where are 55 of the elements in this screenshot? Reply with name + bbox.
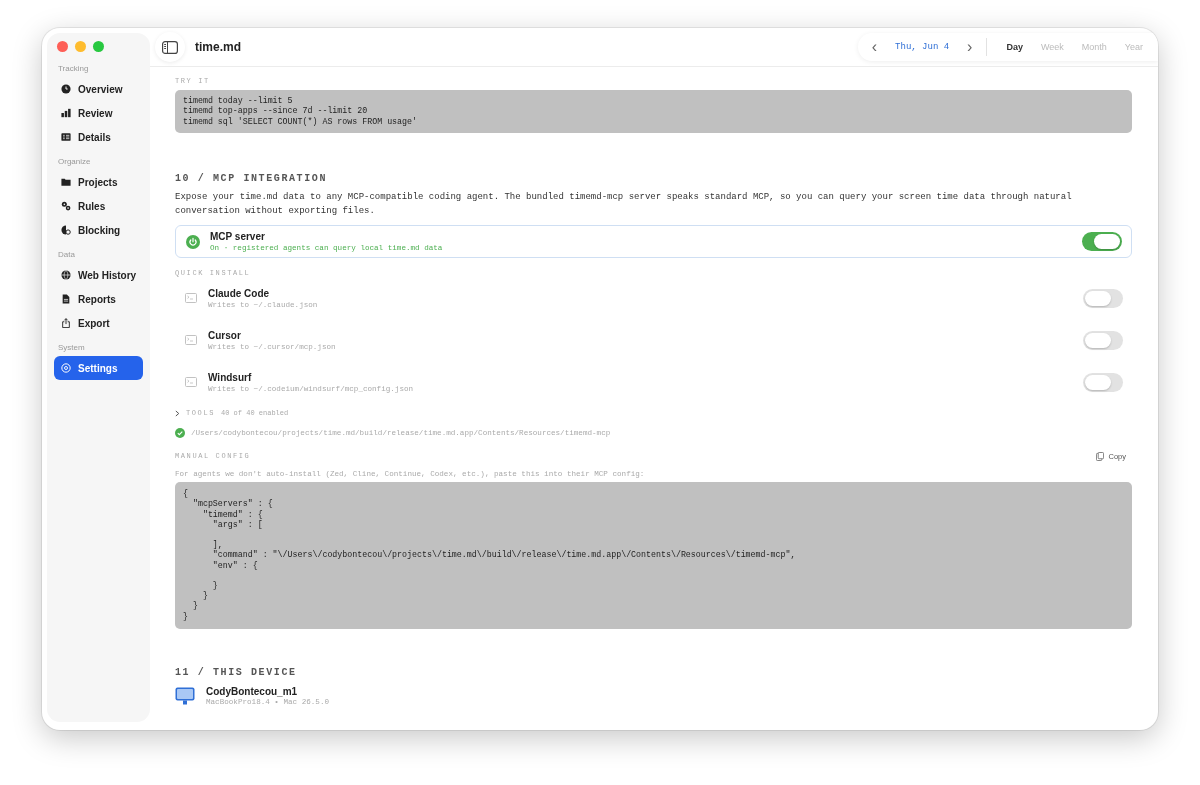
sidebar-item[interactable]: Projects	[54, 170, 143, 194]
sidebar-section-title: System	[57, 343, 86, 354]
sidebar-item[interactable]: Reports	[54, 287, 143, 311]
sidebar-item[interactable]: Details	[54, 125, 143, 149]
agent-name: Claude Code	[208, 287, 270, 299]
agent-name: Windsurf	[208, 371, 252, 383]
code-block: { "mcpServers" : { "timemd" : { "args" : [ ], "command" : "\/Users\/codybontecou\/projects\/time.md\/build\/release\/time.md.app\/Contents\/Resources\/timemd-mcp", "env" : { } } } }	[175, 482, 1132, 629]
sidebar-item[interactable]: Blocking	[54, 218, 143, 242]
sidebar-item[interactable]: Export	[54, 311, 143, 335]
sidebar-item[interactable]: Settings	[54, 356, 143, 380]
clock-icon	[61, 84, 71, 94]
section-description: Expose your time.md data to any MCP-compatible coding agent. The bundled timemd-mcp server speaks standard MCP, so you can query your screen time data through natural conversation without exporting files.	[175, 191, 1073, 219]
sidebar-section-title: Tracking	[57, 64, 90, 75]
code-block: timemd today --limit 5 timemd top-apps --since 7d --limit 20 timemd sql 'SELECT COUNT(*) AS rows FROM usage'	[175, 90, 1132, 134]
section-heading: 10 / MCP INTEGRATION	[175, 173, 328, 185]
device-name: CodyBontecou_m1	[206, 685, 298, 697]
clipboard-icon	[1096, 452, 1105, 462]
gears-icon	[61, 201, 71, 211]
sidebar-section-title: Data	[57, 250, 76, 261]
folder-icon	[61, 177, 71, 187]
monitor-icon	[175, 686, 195, 705]
previous-button[interactable]: ‹	[865, 39, 884, 55]
sidebar-toggle-button[interactable]	[155, 32, 185, 62]
sidebar-item[interactable]: Review	[54, 101, 143, 125]
toggle-switch[interactable]	[1082, 232, 1122, 252]
chevron-icon	[175, 409, 180, 417]
gear-icon	[61, 363, 71, 373]
server-title: MCP server	[210, 231, 265, 243]
power-icon	[186, 234, 200, 249]
next-button[interactable]: ›	[961, 39, 979, 55]
toggle-switch[interactable]	[1083, 372, 1123, 392]
terminal-icon	[185, 335, 197, 346]
block-icon	[61, 225, 71, 235]
sidebar-item[interactable]: Web History	[54, 263, 143, 287]
zoom-button[interactable]	[93, 41, 104, 52]
terminal-icon	[185, 293, 197, 304]
sidebar-section-title: Organize	[57, 157, 92, 168]
toggle-switch[interactable]	[1083, 330, 1123, 350]
globe-icon	[61, 270, 71, 280]
bars-icon	[61, 108, 71, 118]
sidebar-item[interactable]: Rules	[54, 194, 143, 218]
window-title: time.md	[195, 40, 241, 54]
section-heading: 11 / THIS DEVICE	[175, 666, 297, 678]
range-tab[interactable]: Day	[997, 42, 1032, 52]
share-icon	[61, 318, 71, 328]
agent-name: Cursor	[208, 329, 241, 341]
close-button[interactable]	[57, 41, 68, 52]
toggle-switch[interactable]	[1083, 288, 1123, 308]
sidebar-icon	[162, 40, 178, 54]
terminal-icon	[185, 377, 197, 388]
date-label: Thu, Jun 4	[894, 42, 951, 52]
sidebar-item[interactable]: Overview	[54, 77, 143, 101]
doc-icon	[61, 294, 71, 304]
minimize-button[interactable]	[75, 41, 86, 52]
list-icon	[61, 132, 71, 142]
